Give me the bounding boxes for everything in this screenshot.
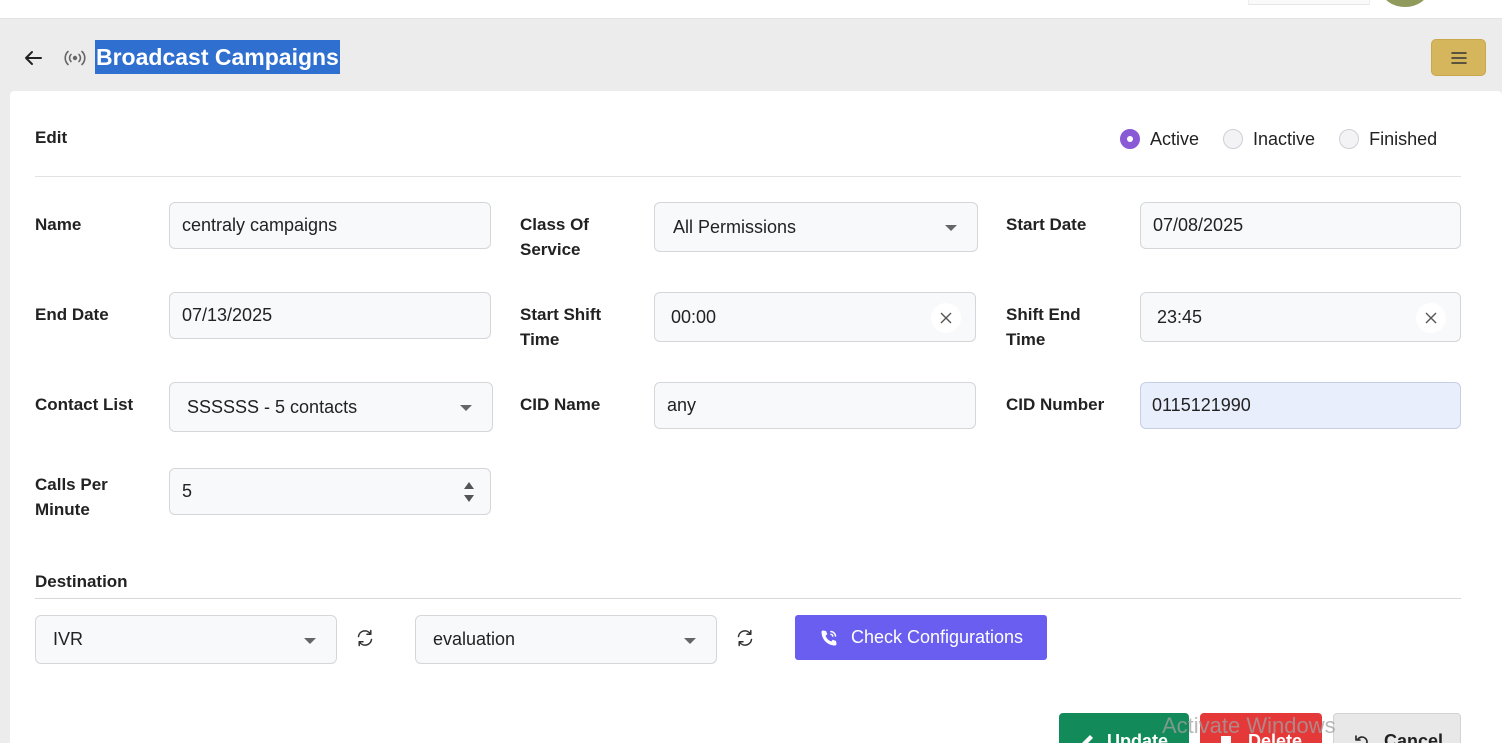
refresh-icon [737, 629, 753, 647]
radio-label: Active [1150, 128, 1200, 149]
start-date-label: Start Date [1006, 215, 1087, 234]
radio-indicator [1223, 129, 1244, 149]
back-button[interactable] [22, 47, 44, 69]
cancel-label: Cancel [1384, 730, 1444, 743]
top-search-field[interactable] [1248, 0, 1370, 5]
cid-name-label: CID Name [520, 395, 601, 414]
chevron-down-icon [684, 637, 696, 644]
cancel-button[interactable]: Cancel [1333, 713, 1461, 743]
start-date-value: 07/08/2025 [1153, 215, 1244, 235]
pencil-icon [1082, 735, 1093, 743]
class-of-service-label: Class Of Service [520, 215, 589, 259]
name-value: centraly campaigns [182, 215, 338, 235]
check-configurations-button[interactable]: Check Configurations [795, 615, 1047, 660]
radio-label: Finished [1369, 128, 1438, 149]
clear-start-shift-button[interactable] [931, 303, 961, 333]
chevron-down-icon [945, 225, 957, 231]
chevron-down-icon [304, 637, 316, 644]
calls-per-minute-label: Calls Per Minute [35, 475, 108, 519]
class-of-service-select[interactable]: All Permissions [654, 202, 978, 252]
radio-indicator-checked [1120, 129, 1140, 149]
refresh-destination-target-button[interactable] [733, 626, 757, 650]
cid-name-input[interactable]: any [654, 382, 976, 429]
divider [35, 176, 1461, 177]
phone-call-icon [821, 630, 837, 645]
destination-target-select[interactable]: evaluation [415, 615, 717, 664]
close-icon [1425, 312, 1437, 324]
shift-end-time-label: Shift End Time [1006, 305, 1081, 349]
cid-number-input[interactable]: 0115121990 [1140, 382, 1461, 429]
cid-number-value: 0115121990 [1152, 395, 1251, 415]
top-bar [0, 0, 1502, 19]
start-shift-time-value: 00:00 [671, 306, 717, 327]
radio-active[interactable]: Active [1120, 129, 1199, 150]
page-header: Broadcast Campaigns [0, 19, 1502, 91]
contact-list-label: Contact List [35, 395, 134, 414]
chevron-down-icon [460, 405, 472, 411]
clear-shift-end-button[interactable] [1416, 303, 1446, 333]
close-icon [940, 312, 952, 324]
delete-label: Delete [1248, 730, 1303, 743]
contact-list-value: SSSSSS - 5 contacts [187, 396, 358, 417]
start-shift-time-input[interactable]: 00:00 [654, 292, 976, 342]
cid-number-label: CID Number [1006, 395, 1105, 414]
section-title: Edit [35, 128, 68, 147]
name-input[interactable]: centraly campaigns [169, 202, 491, 249]
calls-per-minute-input[interactable]: 5 [169, 468, 491, 515]
delete-button[interactable]: Delete [1200, 713, 1322, 743]
menu-button[interactable] [1431, 39, 1486, 76]
destination-target-value: evaluation [433, 629, 516, 649]
cid-name-value: any [667, 395, 697, 415]
calls-per-minute-value: 5 [182, 481, 193, 501]
hamburger-icon [1450, 51, 1467, 64]
avatar[interactable] [1382, 0, 1428, 7]
name-label: Name [35, 215, 82, 234]
end-date-input[interactable]: 07/13/2025 [169, 292, 491, 339]
radio-label: Inactive [1253, 128, 1316, 149]
undo-icon [1355, 735, 1368, 743]
shift-end-time-value: 23:45 [1157, 306, 1203, 327]
start-date-input[interactable]: 07/08/2025 [1140, 202, 1461, 249]
number-spinner-icon[interactable] [462, 479, 476, 505]
update-label: Update [1107, 730, 1169, 743]
shift-end-time-input[interactable]: 23:45 [1140, 292, 1461, 342]
update-button[interactable]: Update [1059, 713, 1189, 743]
refresh-destination-type-button[interactable] [353, 626, 377, 650]
destination-type-select[interactable]: IVR [35, 615, 337, 664]
page-title: Broadcast Campaigns [95, 40, 340, 74]
end-date-value: 07/13/2025 [182, 305, 273, 325]
status-radio-group: Active Inactive Finished [1120, 126, 1437, 152]
contact-list-select[interactable]: SSSSSS - 5 contacts [169, 382, 493, 432]
radio-inactive[interactable]: Inactive [1223, 129, 1315, 150]
radio-indicator [1339, 129, 1360, 149]
divider [35, 598, 1461, 599]
radio-finished[interactable]: Finished [1339, 129, 1437, 150]
class-of-service-value: All Permissions [673, 216, 797, 237]
refresh-icon [357, 629, 373, 647]
destination-title: Destination [35, 572, 128, 591]
broadcast-icon [64, 50, 86, 66]
end-date-label: End Date [35, 305, 109, 324]
arrow-left-icon [25, 51, 42, 65]
start-shift-time-label: Start Shift Time [520, 305, 602, 349]
trash-icon [1221, 736, 1231, 743]
check-configurations-label: Check Configurations [850, 627, 1024, 647]
destination-type-value: IVR [53, 629, 84, 649]
